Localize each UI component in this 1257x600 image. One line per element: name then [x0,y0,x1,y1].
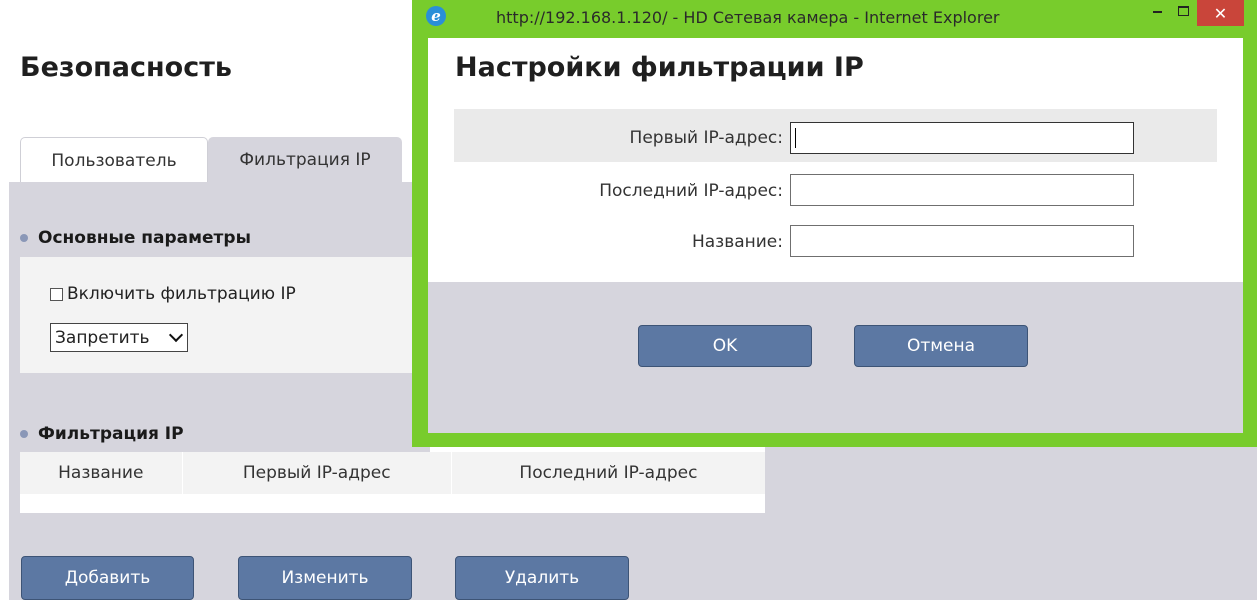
page-title: Безопасность [20,52,232,83]
window-title: http://192.168.1.120/ - HD Сетевая камер… [496,8,1000,27]
bullet-icon [20,234,28,242]
first-ip-label: Первый IP-адрес: [629,128,783,148]
last-ip-label: Последний IP-адрес: [599,181,783,201]
page-footer-area [9,513,1257,600]
internet-explorer-icon: e [426,6,446,26]
table-edge [9,492,20,514]
basic-params-heading: Основные параметры [20,228,251,248]
enable-ip-filter-row: Включить фильтрацию IP [50,284,296,304]
bullet-icon [20,430,28,438]
filter-mode-select[interactable]: Запретить [50,323,188,352]
filter-mode-value: Запретить [55,327,150,348]
cancel-button[interactable]: Отмена [854,325,1028,367]
chevron-down-icon [168,327,184,343]
basic-params-heading-text: Основные параметры [38,228,251,248]
minimize-button[interactable] [1147,0,1169,22]
ip-filter-heading-text: Фильтрация IP [38,424,184,444]
delete-button[interactable]: Удалить [455,556,629,600]
text-caret [795,128,796,148]
add-button[interactable]: Добавить [21,556,194,600]
column-header-last-ip[interactable]: Последний IP-адрес [452,452,765,494]
column-header-name[interactable]: Название [20,452,183,494]
name-label: Название: [691,232,783,252]
enable-ip-filter-checkbox[interactable] [50,287,63,301]
tab-user[interactable]: Пользователь [20,137,208,183]
maximize-button[interactable] [1171,0,1195,22]
dialog-client-area: Настройки фильтрации IP Первый IP-адрес:… [428,38,1243,433]
window-titlebar[interactable]: e http://192.168.1.120/ - HD Сетевая кам… [412,0,1257,38]
basic-params-box [20,257,430,373]
first-ip-input[interactable] [790,122,1134,154]
close-button[interactable]: ✕ [1197,0,1244,26]
enable-ip-filter-label: Включить фильтрацию IP [67,284,296,304]
close-icon: ✕ [1213,3,1228,23]
ok-button[interactable]: OK [638,325,812,367]
column-header-first-ip[interactable]: Первый IP-адрес [183,452,452,494]
maximize-icon [1178,6,1189,16]
ip-filter-table-header: Название Первый IP-адрес Последний IP-ад… [20,452,765,494]
minimize-icon [1153,11,1162,13]
name-input[interactable] [790,225,1134,257]
last-ip-input[interactable] [790,174,1134,206]
tab-ip-filtering[interactable]: Фильтрация IP [208,137,402,183]
dialog-title: Настройки фильтрации IP [455,52,864,83]
edit-button[interactable]: Изменить [238,556,412,600]
ip-filter-heading: Фильтрация IP [20,424,184,444]
page-background [765,436,1257,516]
ip-filter-popup-window: e http://192.168.1.120/ - HD Сетевая кам… [412,0,1257,447]
